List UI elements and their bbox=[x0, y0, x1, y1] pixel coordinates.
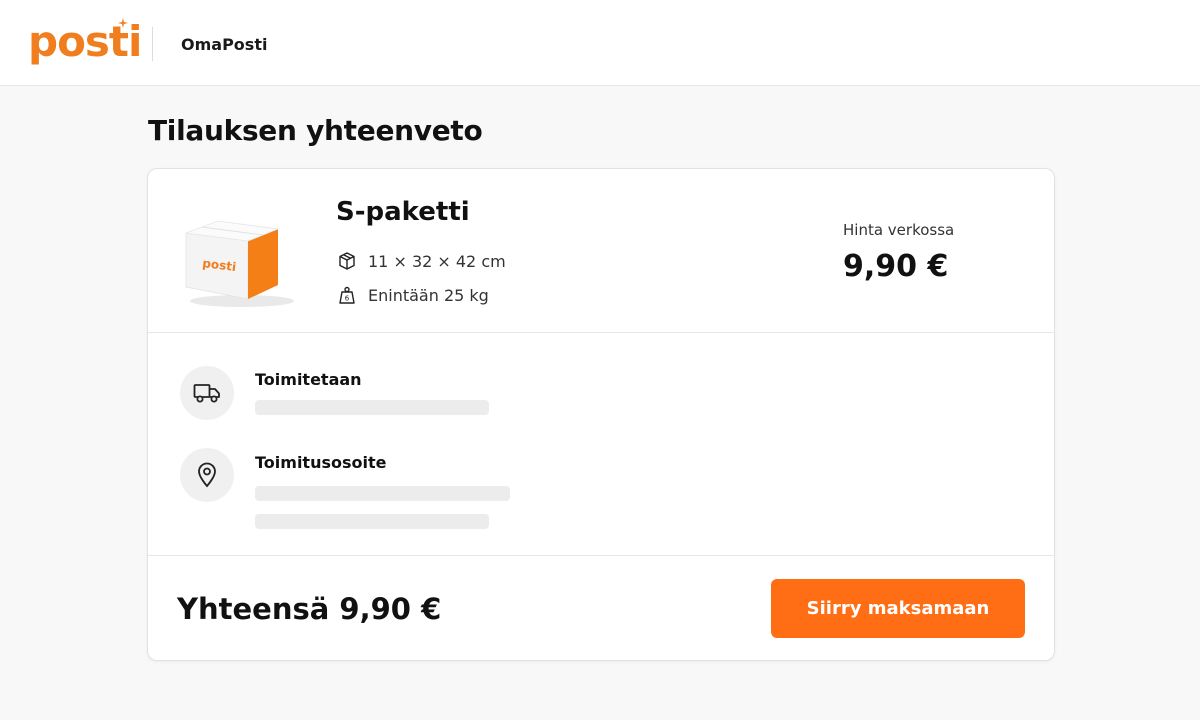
logo-sparkle-icon bbox=[118, 18, 128, 28]
weight-row: 6 Enintään 25 kg bbox=[336, 283, 489, 307]
delivery-method-placeholder bbox=[255, 400, 489, 415]
top-header: posti OmaPosti bbox=[0, 0, 1200, 86]
page-title: Tilauksen yhteenveto bbox=[148, 114, 483, 147]
price-label: Hinta verkossa bbox=[843, 221, 955, 239]
dimensions-row: 11 × 32 × 42 cm bbox=[336, 249, 506, 273]
divider-product bbox=[148, 332, 1054, 333]
truck-icon bbox=[180, 366, 234, 420]
address-line-placeholder-1 bbox=[255, 486, 510, 501]
header-divider bbox=[152, 27, 153, 61]
app-name[interactable]: OmaPosti bbox=[181, 35, 267, 54]
location-pin-icon bbox=[180, 448, 234, 502]
product-name: S-paketti bbox=[336, 197, 470, 227]
box-icon bbox=[336, 250, 358, 272]
order-summary-card: posti S-paketti 11 × 32 × 42 cm 6 Enintä… bbox=[147, 168, 1055, 661]
delivery-method-title: Toimitetaan bbox=[255, 370, 362, 389]
order-total: Yhteensä 9,90 € bbox=[177, 592, 442, 626]
dimensions-text: 11 × 32 × 42 cm bbox=[368, 251, 506, 271]
weight-icon: 6 bbox=[336, 284, 358, 306]
product-price: 9,90 € bbox=[843, 249, 949, 284]
delivery-address-title: Toimitusosoite bbox=[255, 453, 387, 472]
proceed-to-payment-button[interactable]: Siirry maksamaan bbox=[771, 579, 1025, 638]
address-line-placeholder-2 bbox=[255, 514, 489, 529]
weight-text: Enintään 25 kg bbox=[368, 285, 489, 305]
divider-delivery bbox=[148, 555, 1054, 556]
parcel-box-image: posti bbox=[185, 220, 294, 307]
svg-text:6: 6 bbox=[345, 295, 350, 303]
